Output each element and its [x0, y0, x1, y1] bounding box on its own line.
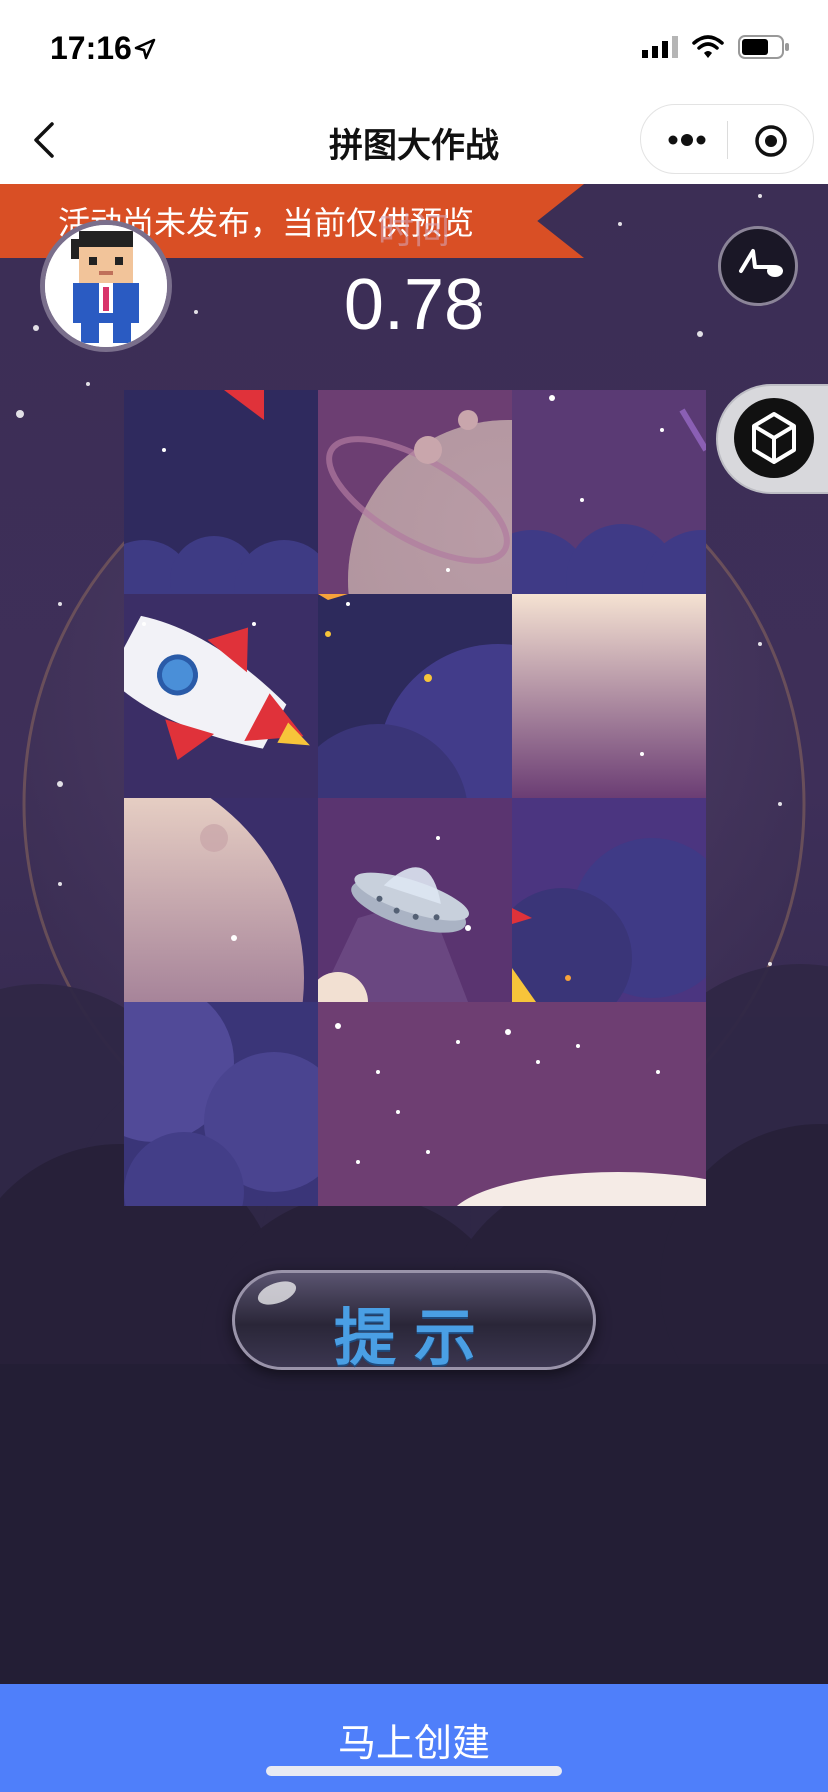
music-button[interactable]: [718, 226, 798, 306]
music-icon: [739, 249, 783, 277]
puzzle-tile[interactable]: [512, 390, 706, 594]
signal-icon: [642, 36, 678, 58]
puzzle-tile[interactable]: [124, 798, 318, 1002]
home-indicator: [266, 1766, 562, 1776]
create-now-label: 马上创建: [337, 1721, 490, 1765]
wifi-icon: [692, 35, 724, 58]
time-label: 时间: [377, 211, 450, 252]
timer-value: 0.78: [343, 265, 485, 345]
puzzle-tile[interactable]: [318, 390, 512, 594]
puzzle-tile[interactable]: [512, 594, 706, 798]
capsule-divider: [727, 121, 728, 159]
puzzle-tile[interactable]: [318, 1002, 706, 1206]
more-dots-icon[interactable]: [667, 127, 707, 153]
unity-logo-wrap: [734, 398, 814, 478]
game-area: 活动尚未发布，当前仅供预览 时间 0.78 提示: [0, 184, 828, 1684]
capsule-menu: [640, 104, 814, 174]
target-circle-icon[interactable]: [753, 123, 789, 159]
puzzle-tile[interactable]: [318, 798, 512, 1002]
puzzle-tile[interactable]: [124, 594, 318, 798]
puzzle-tile[interactable]: [512, 798, 706, 1002]
nav-bar: 拼图大作战: [0, 96, 828, 184]
battery-icon: [738, 35, 789, 59]
puzzle-tile[interactable]: [124, 1002, 318, 1206]
hint-button[interactable]: 提示: [232, 1270, 596, 1374]
status-bar: 17:16: [0, 0, 828, 96]
unity-logo-icon: [752, 412, 796, 464]
puzzle-tile[interactable]: [124, 390, 318, 594]
puzzle-tile[interactable]: [318, 594, 512, 798]
location-arrow-icon: [134, 38, 156, 60]
puzzle-board: [124, 390, 706, 1206]
hint-button-label: 提示: [333, 1301, 494, 1374]
status-time: 17:16: [50, 30, 132, 66]
unity-button[interactable]: [716, 384, 828, 494]
